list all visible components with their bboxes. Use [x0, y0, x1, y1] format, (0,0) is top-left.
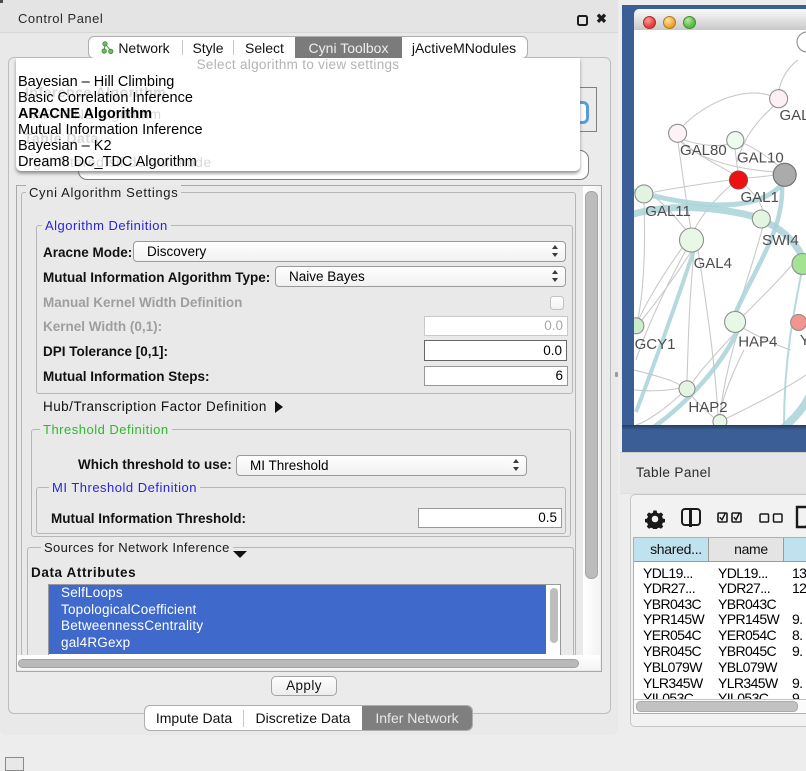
svg-text:GAL: GAL	[780, 107, 806, 124]
svg-text:GAL80: GAL80	[680, 142, 727, 159]
svg-text:GAL11: GAL11	[645, 203, 691, 220]
svg-text:SWI4: SWI4	[762, 232, 799, 249]
svg-text:GAL4: GAL4	[694, 255, 732, 272]
svg-text:HAP2: HAP2	[688, 399, 727, 416]
svg-text:GAL1: GAL1	[741, 189, 779, 206]
svg-text:GAL10: GAL10	[737, 150, 784, 167]
svg-text:HAP4: HAP4	[738, 334, 777, 351]
svg-text:Y: Y	[800, 332, 806, 349]
svg-text:GCY1: GCY1	[635, 336, 676, 353]
